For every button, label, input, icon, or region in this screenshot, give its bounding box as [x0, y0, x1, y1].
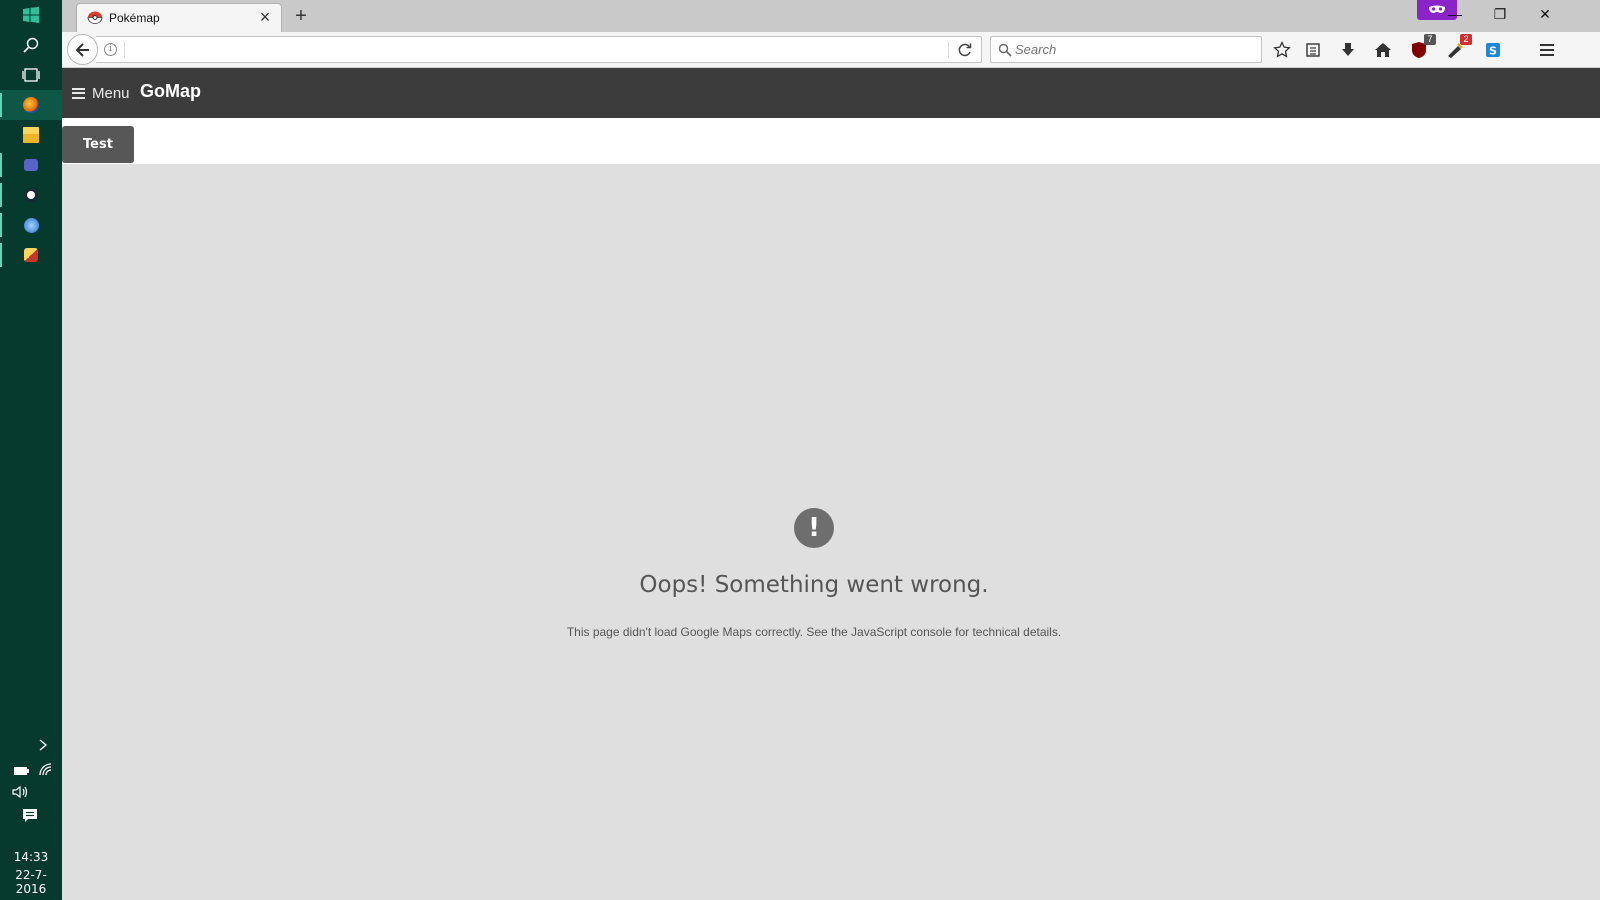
reload-icon[interactable]: [956, 41, 974, 59]
wifi-icon: [39, 763, 52, 776]
restore-button[interactable]: ❐: [1477, 0, 1523, 28]
minimize-button[interactable]: —: [1432, 0, 1478, 28]
home-button[interactable]: [1371, 38, 1395, 62]
battery-button[interactable]: [12, 764, 30, 782]
skype-button[interactable]: S: [1481, 38, 1505, 62]
search-icon: [23, 37, 39, 53]
network-button[interactable]: [38, 762, 54, 781]
clock-date[interactable]: 22-7-2016: [0, 868, 62, 896]
taskbar-app-chat[interactable]: [0, 150, 62, 180]
search-button[interactable]: [0, 30, 62, 60]
clock-time[interactable]: 14:33: [0, 850, 62, 864]
reading-list-icon: [1306, 43, 1320, 57]
speaker-icon: [12, 785, 28, 799]
ublock-button[interactable]: 7: [1407, 34, 1436, 62]
steam-icon: [24, 188, 38, 202]
search-icon: [998, 43, 1012, 57]
home-icon: [1375, 43, 1391, 57]
star-icon: [1273, 41, 1291, 58]
hamburger-icon: [1540, 44, 1554, 56]
open-menu-button[interactable]: [1535, 38, 1559, 62]
reload-divider: [948, 42, 949, 58]
tab-close-icon[interactable]: ×: [255, 7, 275, 28]
search-bar[interactable]: [990, 36, 1262, 63]
taskbar-app-tools[interactable]: [0, 240, 62, 270]
globe-app-icon: [23, 217, 39, 233]
taskbar-file-explorer[interactable]: [0, 120, 62, 150]
control-bar: Test: [62, 118, 1600, 164]
extension-button[interactable]: 2: [1443, 34, 1472, 62]
tools-app-icon: [24, 248, 38, 262]
error-exclamation-icon: !: [794, 508, 834, 548]
skype-icon: S: [1486, 43, 1500, 58]
urlbar-divider: [124, 42, 125, 58]
app-header: Menu GoMap: [62, 68, 1600, 118]
svg-text:S: S: [1489, 45, 1497, 58]
folder-icon: [23, 127, 39, 143]
tab-pokemap[interactable]: Pokémap ×: [76, 3, 282, 32]
test-button[interactable]: Test: [62, 126, 134, 163]
tab-strip: Pokémap × + — ❐ ✕: [62, 0, 1600, 32]
show-hidden-icons-button[interactable]: [36, 738, 52, 754]
extension-badge: 2: [1460, 34, 1472, 45]
back-button[interactable]: [67, 34, 98, 65]
task-view-icon: [22, 68, 40, 82]
action-center-button[interactable]: [22, 808, 38, 829]
tab-title: Pokémap: [109, 11, 160, 25]
error-detail: This page didn't load Google Maps correc…: [566, 625, 1062, 639]
new-tab-button[interactable]: +: [288, 3, 314, 29]
bookmark-star-button[interactable]: [1270, 38, 1294, 62]
web-page-content: Menu GoMap Test ! Oops! Something went w…: [62, 68, 1600, 900]
bookmarks-menu-button[interactable]: [1301, 38, 1325, 62]
volume-button[interactable]: [12, 785, 30, 804]
url-bar[interactable]: i: [96, 36, 982, 63]
arrow-left-icon: [75, 42, 89, 57]
browser-window: Pokémap × + — ❐ ✕ i Search 7 2 S Menu Go…: [62, 0, 1600, 900]
windows-logo-icon: [23, 7, 39, 23]
task-view-button[interactable]: [0, 60, 62, 90]
chat-app-icon: [24, 159, 38, 171]
close-window-button[interactable]: ✕: [1522, 0, 1568, 28]
site-info-icon[interactable]: i: [104, 43, 117, 56]
firefox-icon: [23, 97, 39, 113]
taskbar-app-globe[interactable]: [0, 210, 62, 240]
menu-label: Menu: [92, 84, 130, 102]
start-button[interactable]: [0, 0, 62, 30]
ublock-badge: 7: [1424, 34, 1436, 45]
taskbar-app-steam[interactable]: [0, 180, 62, 210]
notification-icon: [23, 809, 37, 822]
downloads-button[interactable]: [1336, 38, 1360, 62]
error-title: Oops! Something went wrong.: [639, 572, 989, 598]
windows-taskbar: 14:33 22-7-2016: [0, 0, 62, 900]
battery-icon: [14, 767, 29, 775]
search-input[interactable]: [1015, 40, 1255, 59]
chevron-right-icon: [39, 739, 48, 751]
download-arrow-icon: [1342, 43, 1354, 56]
pokeball-favicon-icon: [87, 11, 103, 24]
map-error-panel: ! Oops! Something went wrong. This page …: [62, 508, 1566, 639]
brand-title[interactable]: GoMap: [140, 81, 201, 102]
taskbar-firefox[interactable]: [0, 90, 62, 120]
navigation-toolbar: i 7 2 S: [62, 32, 1600, 68]
menu-button[interactable]: Menu: [72, 82, 130, 104]
menu-hamburger-icon: [72, 87, 85, 99]
